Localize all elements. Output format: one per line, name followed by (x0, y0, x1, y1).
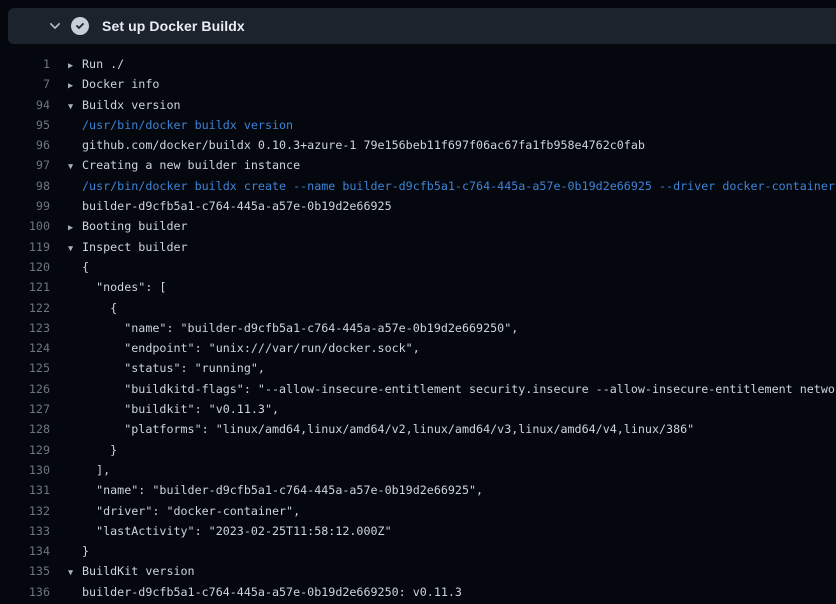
log-group-line[interactable]: 135 ▼BuildKit version (0, 561, 836, 581)
log-line: 121 "nodes": [ (0, 277, 836, 297)
line-number[interactable]: 94 (0, 95, 50, 115)
log-line: 123 "name": "builder-d9cfb5a1-c764-445a-… (0, 318, 836, 338)
line-text: "status": "running", (82, 358, 265, 378)
line-text: "lastActivity": "2023-02-25T11:58:12.000… (82, 521, 392, 541)
line-number[interactable]: 135 (0, 561, 50, 581)
log-line: 128 "platforms": "linux/amd64,linux/amd6… (0, 419, 836, 439)
line-number[interactable]: 134 (0, 541, 50, 561)
line-number[interactable]: 124 (0, 338, 50, 358)
log-line: 129 } (0, 440, 836, 460)
line-number[interactable]: 7 (0, 74, 50, 94)
log-line: 120 { (0, 257, 836, 277)
log-line: 96 github.com/docker/buildx 0.10.3+azure… (0, 135, 836, 155)
line-number[interactable]: 132 (0, 501, 50, 521)
chevron-down-icon[interactable] (48, 19, 62, 33)
line-text: ], (82, 460, 110, 480)
line-text: "driver": "docker-container", (82, 501, 300, 521)
log-line: 125 "status": "running", (0, 358, 836, 378)
line-text: } (82, 440, 117, 460)
line-number[interactable]: 122 (0, 298, 50, 318)
line-text[interactable]: ▼Creating a new builder instance (68, 155, 300, 175)
log-group-line[interactable]: 100 ▶Booting builder (0, 216, 836, 236)
log-line: 136 builder-d9cfb5a1-c764-445a-a57e-0b19… (0, 582, 836, 602)
line-number[interactable]: 129 (0, 440, 50, 460)
log-line: 124 "endpoint": "unix:///var/run/docker.… (0, 338, 836, 358)
line-text[interactable]: ▶Docker info (68, 74, 159, 94)
log-line: 131 "name": "builder-d9cfb5a1-c764-445a-… (0, 480, 836, 500)
log-group-line[interactable]: 1 ▶Run ./ (0, 54, 836, 74)
line-text[interactable]: ▶Booting builder (68, 216, 188, 236)
line-text[interactable]: ▼Inspect builder (68, 237, 188, 257)
line-text[interactable]: ▼Buildx version (68, 95, 181, 115)
line-text: "buildkitd-flags": "--allow-insecure-ent… (82, 379, 836, 399)
line-text: /usr/bin/docker buildx version (82, 115, 293, 135)
line-number[interactable]: 128 (0, 419, 50, 439)
line-text: "name": "builder-d9cfb5a1-c764-445a-a57e… (82, 318, 518, 338)
log-line: 134 } (0, 541, 836, 561)
log-group-line[interactable]: 94 ▼Buildx version (0, 95, 836, 115)
line-number[interactable]: 130 (0, 460, 50, 480)
triangle-right-icon[interactable]: ▶ (68, 56, 82, 74)
triangle-down-icon[interactable]: ▼ (68, 157, 82, 175)
triangle-down-icon[interactable]: ▼ (68, 563, 82, 581)
line-number[interactable]: 121 (0, 277, 50, 297)
line-text: github.com/docker/buildx 0.10.3+azure-1 … (82, 135, 645, 155)
line-number[interactable]: 1 (0, 54, 50, 74)
log-group-line[interactable]: 119 ▼Inspect builder (0, 237, 836, 257)
log-viewer: 1 ▶Run ./ 7 ▶Docker info 94 ▼Buildx vers… (0, 44, 836, 604)
line-text: } (82, 541, 89, 561)
triangle-right-icon[interactable]: ▶ (68, 76, 82, 94)
line-number[interactable]: 95 (0, 115, 50, 135)
line-number[interactable]: 120 (0, 257, 50, 277)
line-text: { (82, 298, 117, 318)
line-number[interactable]: 96 (0, 135, 50, 155)
line-number[interactable]: 119 (0, 237, 50, 257)
line-text[interactable]: ▶Run ./ (68, 54, 124, 74)
triangle-down-icon[interactable]: ▼ (68, 239, 82, 257)
line-text: "nodes": [ (82, 277, 166, 297)
line-text: "buildkit": "v0.11.3", (82, 399, 279, 419)
line-text: "name": "builder-d9cfb5a1-c764-445a-a57e… (82, 480, 483, 500)
log-group-line[interactable]: 97 ▼Creating a new builder instance (0, 155, 836, 175)
line-number[interactable]: 97 (0, 155, 50, 175)
log-line: 132 "driver": "docker-container", (0, 501, 836, 521)
line-text: "endpoint": "unix:///var/run/docker.sock… (82, 338, 420, 358)
log-line: 133 "lastActivity": "2023-02-25T11:58:12… (0, 521, 836, 541)
line-number[interactable]: 126 (0, 379, 50, 399)
line-number[interactable]: 99 (0, 196, 50, 216)
line-number[interactable]: 131 (0, 480, 50, 500)
log-line: 98 /usr/bin/docker buildx create --name … (0, 176, 836, 196)
line-number[interactable]: 125 (0, 358, 50, 378)
step-header[interactable]: Set up Docker Buildx (8, 8, 836, 44)
log-group-line[interactable]: 7 ▶Docker info (0, 74, 836, 94)
line-text: { (82, 257, 89, 277)
line-number[interactable]: 98 (0, 176, 50, 196)
line-number[interactable]: 100 (0, 216, 50, 236)
line-number[interactable]: 133 (0, 521, 50, 541)
triangle-down-icon[interactable]: ▼ (68, 97, 82, 115)
line-text: /usr/bin/docker buildx create --name bui… (82, 176, 835, 196)
line-text: builder-d9cfb5a1-c764-445a-a57e-0b19d2e6… (82, 582, 462, 602)
log-line: 99 builder-d9cfb5a1-c764-445a-a57e-0b19d… (0, 196, 836, 216)
triangle-right-icon[interactable]: ▶ (68, 218, 82, 236)
line-number[interactable]: 136 (0, 582, 50, 602)
log-line: 122 { (0, 298, 836, 318)
line-number[interactable]: 123 (0, 318, 50, 338)
check-circle-icon (71, 17, 89, 35)
line-text[interactable]: ▼BuildKit version (68, 561, 195, 581)
line-text: builder-d9cfb5a1-c764-445a-a57e-0b19d2e6… (82, 196, 392, 216)
step-title: Set up Docker Buildx (102, 18, 245, 34)
log-line: 130 ], (0, 460, 836, 480)
log-line: 95 /usr/bin/docker buildx version (0, 115, 836, 135)
log-line: 127 "buildkit": "v0.11.3", (0, 399, 836, 419)
line-text: "platforms": "linux/amd64,linux/amd64/v2… (82, 419, 694, 439)
line-number[interactable]: 127 (0, 399, 50, 419)
log-line: 126 "buildkitd-flags": "--allow-insecure… (0, 379, 836, 399)
